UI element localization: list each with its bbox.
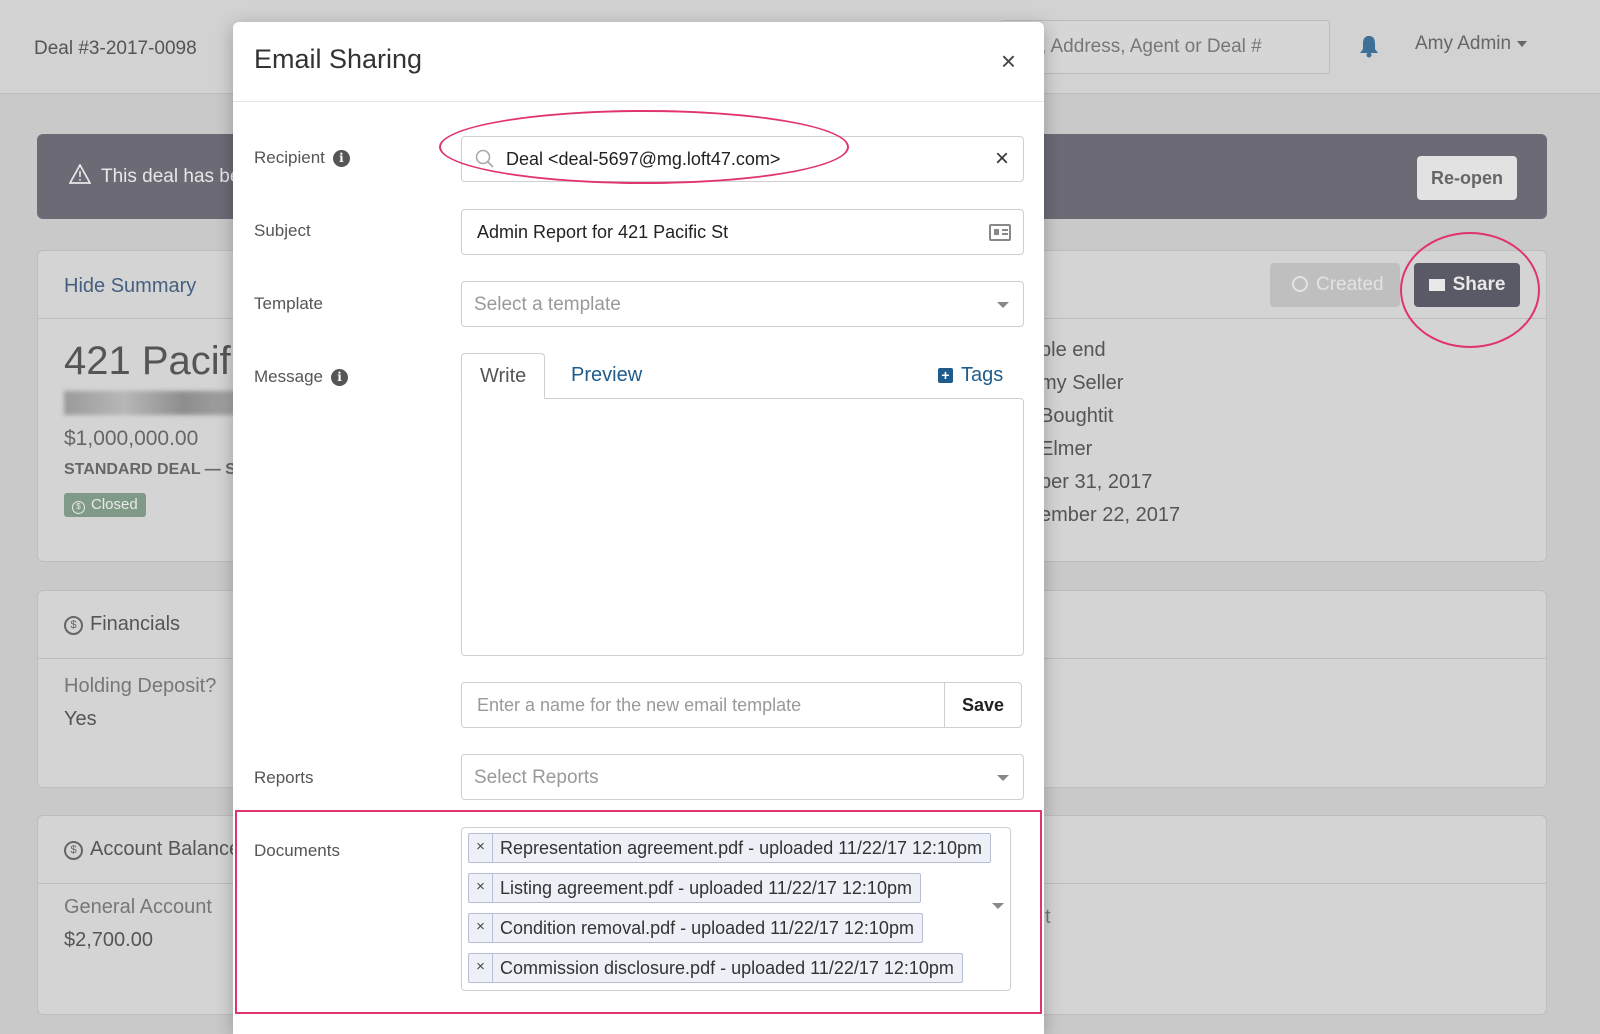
general-account-label: General Account xyxy=(64,896,212,918)
deal-price: $1,000,000.00 xyxy=(64,427,199,450)
message-label: Message i xyxy=(254,367,348,387)
created-button[interactable]: Created xyxy=(1270,263,1400,307)
modal-title: Email Sharing xyxy=(254,44,423,74)
account-fragment: t xyxy=(1045,906,1051,928)
user-name: Amy Admin xyxy=(1415,33,1512,54)
property-title: 421 Pacific xyxy=(64,339,260,383)
deal-type: STANDARD DEAL — Si xyxy=(64,461,241,478)
reopen-button[interactable]: Re-open xyxy=(1417,156,1517,200)
alert-text: This deal has be xyxy=(101,166,241,187)
share-annotation-circle xyxy=(1400,232,1540,348)
bell-icon[interactable] xyxy=(1358,34,1380,58)
tags-button[interactable]: + Tags xyxy=(938,364,1003,387)
status-text: Closed xyxy=(91,496,138,513)
modal-header: Email Sharing × xyxy=(233,22,1044,102)
subject-label: Subject xyxy=(254,221,311,240)
template-name-placeholder: Enter a name for the new email template xyxy=(477,695,802,715)
chevron-down-icon xyxy=(997,302,1009,308)
detail-line: ber 31, 2017 xyxy=(1040,471,1153,493)
hide-summary-link[interactable]: Hide Summary xyxy=(64,275,196,298)
close-icon[interactable]: × xyxy=(1001,46,1016,77)
clear-icon[interactable]: × xyxy=(995,145,1009,173)
tab-write[interactable]: Write xyxy=(461,353,546,399)
message-textarea[interactable] xyxy=(461,398,1024,656)
chevron-down-icon xyxy=(997,775,1009,781)
template-placeholder: Select a template xyxy=(474,294,621,315)
save-template-button[interactable]: Save xyxy=(944,682,1022,728)
reports-label: Reports xyxy=(254,768,314,787)
dollar-circle-icon: $ xyxy=(72,501,85,514)
reports-placeholder: Select Reports xyxy=(474,767,599,788)
status-badge: $ Closed xyxy=(64,493,146,517)
template-label: Template xyxy=(254,294,323,313)
pie-chart-icon xyxy=(1292,276,1308,292)
reports-select[interactable]: Select Reports xyxy=(461,754,1024,800)
blurred-address xyxy=(64,391,244,415)
message-label-text: Message xyxy=(254,367,323,386)
caret-down-icon xyxy=(1517,40,1528,47)
detail-line: Elmer xyxy=(1040,438,1093,460)
holding-deposit-value: Yes xyxy=(64,708,97,730)
created-label: Created xyxy=(1316,274,1384,295)
template-name-input[interactable]: Enter a name for the new email template xyxy=(461,682,945,728)
dollar-circle-icon: $ xyxy=(64,616,83,635)
holding-deposit-label: Holding Deposit? xyxy=(64,675,217,697)
general-account-value: $2,700.00 xyxy=(64,929,153,951)
recipient-annotation-ellipse xyxy=(439,110,849,184)
account-balance-title: Account Balance xyxy=(90,838,241,860)
deal-number: Deal #3-2017-0098 xyxy=(34,38,197,59)
detail-line: my Seller xyxy=(1040,372,1124,394)
recipient-label-text: Recipient xyxy=(254,148,325,167)
email-sharing-modal: Email Sharing × Recipient i Deal <deal-56… xyxy=(233,22,1044,1034)
info-icon[interactable]: i xyxy=(330,369,348,386)
subject-value: Admin Report for 421 Pacific St xyxy=(477,222,729,242)
subject-input[interactable]: Admin Report for 421 Pacific St xyxy=(461,209,1024,255)
detail-line: ember 22, 2017 xyxy=(1040,504,1181,526)
dollar-circle-icon: $ xyxy=(64,841,83,860)
detail-line: Boughtit xyxy=(1040,405,1114,427)
financials-title: Financials xyxy=(90,613,181,635)
info-icon[interactable]: i xyxy=(332,150,350,167)
detail-line: ble end xyxy=(1040,339,1106,361)
tab-preview[interactable]: Preview xyxy=(553,353,660,399)
plus-square-icon: + xyxy=(938,368,953,383)
id-card-icon[interactable] xyxy=(989,224,1011,241)
documents-annotation-box xyxy=(235,810,1042,1014)
template-select[interactable]: Select a template xyxy=(461,281,1024,327)
warning-icon xyxy=(69,164,91,184)
global-search-input[interactable]: , Address, Agent or Deal # xyxy=(1000,20,1330,74)
user-menu[interactable]: Amy Admin xyxy=(1415,33,1528,55)
recipient-label: Recipient i xyxy=(254,148,350,168)
tags-label: Tags xyxy=(961,364,1004,386)
search-placeholder: , Address, Agent or Deal # xyxy=(1041,36,1262,57)
